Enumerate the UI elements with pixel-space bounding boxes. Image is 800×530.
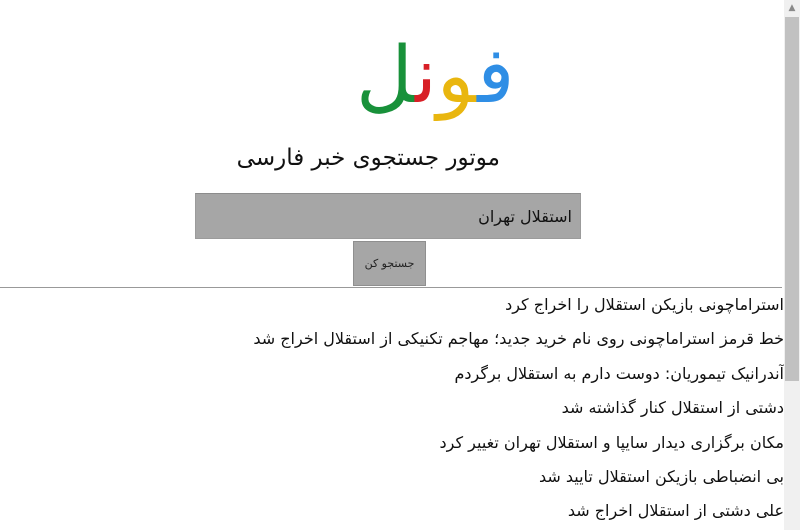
logo-letter-lam: ل bbox=[356, 31, 416, 121]
result-item[interactable]: مکان برگزاری دیدار سایپا و استقلال تهران… bbox=[440, 426, 784, 460]
app-window: فونل موتور جستجوی خبر فارسی جستجو کن است… bbox=[0, 0, 800, 530]
site-tagline: موتور جستجوی خبر فارسی bbox=[236, 145, 500, 171]
result-item[interactable]: بی انضباطی بازیکن استقلال تایید شد bbox=[539, 460, 784, 494]
logo-letter-vav: و bbox=[436, 31, 478, 121]
scrollbar-thumb[interactable] bbox=[785, 17, 799, 381]
logo-letter-noon: ن bbox=[415, 31, 437, 121]
result-item[interactable]: دشتی از استقلال کنار گذاشته شد bbox=[562, 391, 784, 425]
scroll-up-arrow-icon[interactable]: ▲ bbox=[784, 0, 800, 16]
search-button[interactable]: جستجو کن bbox=[353, 241, 426, 286]
result-item[interactable]: علی دشتی از استقلال اخراج شد bbox=[568, 494, 784, 528]
logo-letter-feh: ف bbox=[477, 31, 515, 121]
site-logo: فونل bbox=[356, 26, 536, 126]
search-input[interactable] bbox=[195, 193, 581, 239]
result-item[interactable]: آندرانیک تیموریان: دوست دارم به استقلال … bbox=[455, 357, 784, 391]
result-item[interactable]: استراماچونی بازیکن استقلال را اخراج کرد bbox=[505, 288, 784, 322]
result-item[interactable]: خط قرمز استراماچونی روی نام خرید جدید؛ م… bbox=[253, 322, 784, 356]
vertical-scrollbar[interactable]: ▲ bbox=[784, 0, 800, 530]
